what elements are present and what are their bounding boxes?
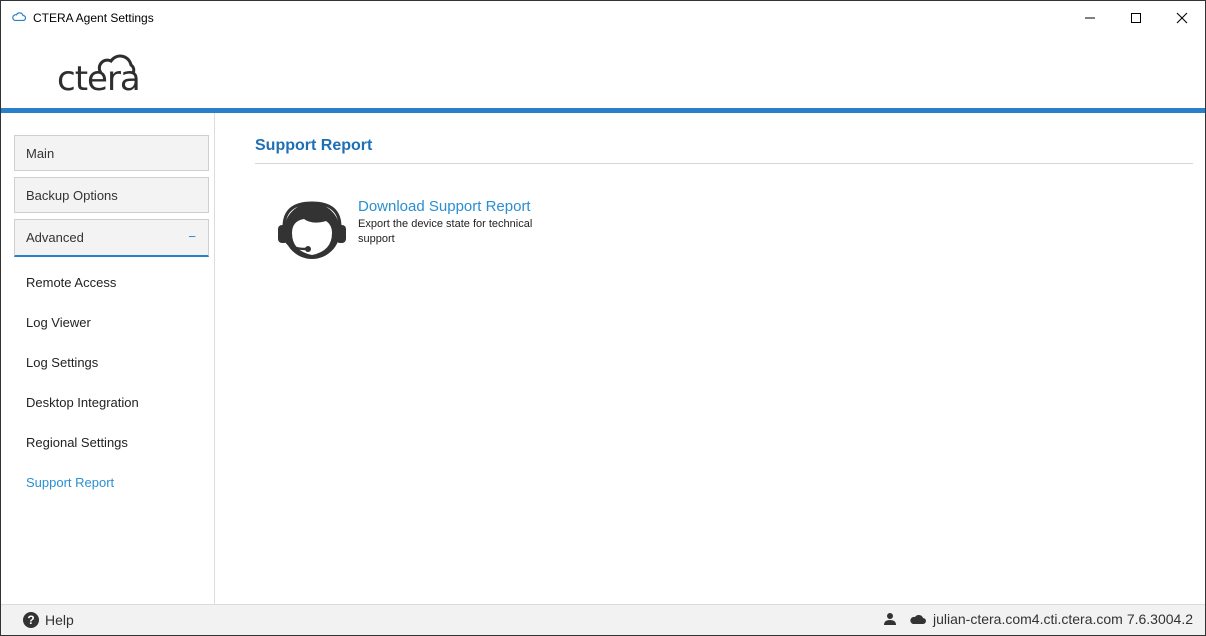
status-bar: ? Help julian-ctera.com4.cti.ctera.com 7… xyxy=(1,604,1205,635)
sidebar-group-label: Advanced xyxy=(26,230,84,245)
maximize-button[interactable] xyxy=(1113,1,1159,35)
sidebar-group-backup-options[interactable]: Backup Options xyxy=(14,177,209,213)
cloud-icon xyxy=(12,12,26,21)
sidebar-group-label: Backup Options xyxy=(26,187,118,203)
sidebar-item-desktop-integration[interactable]: Desktop Integration xyxy=(26,395,139,410)
close-button[interactable] xyxy=(1159,1,1205,35)
page-title: Support Report xyxy=(255,137,373,154)
minimize-icon xyxy=(1085,17,1095,19)
close-icon xyxy=(1176,12,1188,24)
cloud-icon xyxy=(909,613,927,625)
sidebar-group-advanced[interactable]: Advanced − xyxy=(14,219,209,257)
user-icon[interactable] xyxy=(883,612,897,626)
minimize-button[interactable] xyxy=(1067,1,1113,35)
app-window: CTERA Agent Settings ctera Main Backup O… xyxy=(0,0,1206,636)
connection-status: julian-ctera.com4.cti.ctera.com 7.6.3004… xyxy=(883,611,1193,627)
headset-support-icon[interactable] xyxy=(276,199,348,263)
maximize-icon xyxy=(1131,13,1141,23)
server-address: julian-ctera.com4.cti.ctera.com xyxy=(932,611,1123,627)
help-label: Help xyxy=(45,612,74,628)
agent-version: 7.6.3004.2 xyxy=(1126,611,1193,627)
sidebar-group-main[interactable]: Main xyxy=(14,135,209,171)
app-header: ctera xyxy=(1,35,1205,109)
sidebar-item-remote-access[interactable]: Remote Access xyxy=(26,275,116,290)
help-button[interactable]: ? Help xyxy=(23,612,74,628)
sidebar: Main Backup Options Advanced − Remote Ac… xyxy=(1,113,215,604)
window-title: CTERA Agent Settings xyxy=(33,11,154,25)
title-divider xyxy=(255,163,1193,164)
ctera-logo: ctera xyxy=(57,51,157,99)
support-report-description: Export the device state for technical su… xyxy=(358,218,533,245)
help-icon: ? xyxy=(23,612,39,628)
sidebar-item-log-settings[interactable]: Log Settings xyxy=(26,355,98,370)
logo-cloud-icon xyxy=(97,54,136,74)
download-support-report-link[interactable]: Download Support Report xyxy=(358,198,531,215)
main-content: Support Report Download Support Report E… xyxy=(216,113,1205,604)
sidebar-item-regional-settings[interactable]: Regional Settings xyxy=(26,435,128,450)
sidebar-item-log-viewer[interactable]: Log Viewer xyxy=(26,315,91,330)
sidebar-group-label: Main xyxy=(26,145,55,161)
collapse-icon[interactable]: − xyxy=(188,229,196,244)
title-bar: CTERA Agent Settings xyxy=(1,1,1205,35)
sidebar-item-support-report[interactable]: Support Report xyxy=(26,475,114,490)
